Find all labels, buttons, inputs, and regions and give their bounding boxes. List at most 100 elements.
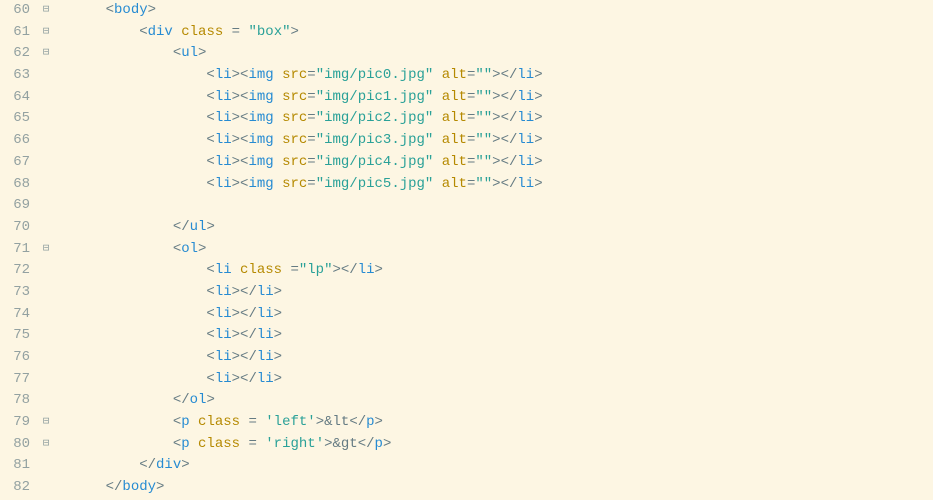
line-number[interactable]: 71 <box>0 239 30 261</box>
code-line[interactable]: <li><img src="img/pic5.jpg" alt=""></li> <box>72 174 543 196</box>
code-line[interactable]: </div> <box>72 455 543 477</box>
token-txt <box>274 132 282 148</box>
token-str: 'left' <box>265 414 315 430</box>
token-attr: alt <box>442 176 467 192</box>
code-line[interactable]: </body> <box>72 477 543 499</box>
token-str: "" <box>475 67 492 83</box>
token-op: = <box>307 110 315 126</box>
line-number[interactable]: 64 <box>0 87 30 109</box>
fold-toggle-icon[interactable]: ⊟ <box>38 22 54 44</box>
token-attr: alt <box>442 132 467 148</box>
line-number[interactable]: 80 <box>0 434 30 456</box>
fold-gutter-empty <box>38 87 54 109</box>
token-punc: </ <box>173 392 190 408</box>
line-number[interactable]: 75 <box>0 325 30 347</box>
token-str: "" <box>475 132 492 148</box>
fold-toggle-icon[interactable]: ⊟ <box>38 239 54 261</box>
line-number[interactable]: 79 <box>0 412 30 434</box>
code-line[interactable]: <li><img src="img/pic1.jpg" alt=""></li> <box>72 87 543 109</box>
fold-gutter-empty <box>38 455 54 477</box>
token-attr: class <box>240 262 282 278</box>
token-tag: li <box>517 154 534 170</box>
code-line[interactable]: <body> <box>72 0 543 22</box>
line-number[interactable]: 68 <box>0 174 30 196</box>
code-area[interactable]: <body> <div class = "box"> <ul> <li><img… <box>54 0 543 500</box>
token-tag: ol <box>190 392 207 408</box>
token-punc: ></ <box>492 132 517 148</box>
token-tag: li <box>215 327 232 343</box>
code-line[interactable]: <li class ="lp"></li> <box>72 260 543 282</box>
indent <box>72 371 206 387</box>
fold-toggle-icon[interactable]: ⊟ <box>38 434 54 456</box>
token-tag: li <box>517 132 534 148</box>
code-editor[interactable]: 6061626364656667686970717273747576777879… <box>0 0 933 500</box>
line-number[interactable]: 77 <box>0 369 30 391</box>
token-op: = <box>307 67 315 83</box>
token-punc: ></ <box>492 89 517 105</box>
token-tag: p <box>375 436 383 452</box>
line-number[interactable]: 81 <box>0 455 30 477</box>
line-number[interactable]: 67 <box>0 152 30 174</box>
line-number[interactable]: 62 <box>0 43 30 65</box>
line-number[interactable]: 61 <box>0 22 30 44</box>
line-number[interactable]: 74 <box>0 304 30 326</box>
code-line[interactable]: <li><img src="img/pic0.jpg" alt=""></li> <box>72 65 543 87</box>
token-tag: li <box>215 110 232 126</box>
token-punc: > <box>375 262 383 278</box>
line-number[interactable]: 76 <box>0 347 30 369</box>
line-number[interactable]: 63 <box>0 65 30 87</box>
token-punc: ></ <box>332 262 357 278</box>
token-attr: alt <box>442 89 467 105</box>
code-line[interactable]: <li><img src="img/pic2.jpg" alt=""></li> <box>72 108 543 130</box>
code-line[interactable]: <ol> <box>72 239 543 261</box>
fold-gutter[interactable]: ⊟⊟⊟⊟⊟⊟ <box>38 0 54 500</box>
code-line[interactable]: <li></li> <box>72 304 543 326</box>
code-line[interactable]: </ul> <box>72 217 543 239</box>
line-number[interactable]: 60 <box>0 0 30 22</box>
token-punc: > <box>534 89 542 105</box>
line-number[interactable]: 66 <box>0 130 30 152</box>
code-line[interactable]: <li><img src="img/pic4.jpg" alt=""></li> <box>72 152 543 174</box>
code-line[interactable]: <li></li> <box>72 369 543 391</box>
line-number[interactable]: 65 <box>0 108 30 130</box>
line-number[interactable]: 73 <box>0 282 30 304</box>
code-line[interactable]: <li><img src="img/pic3.jpg" alt=""></li> <box>72 130 543 152</box>
token-attr: src <box>282 110 307 126</box>
fold-toggle-icon[interactable]: ⊟ <box>38 43 54 65</box>
code-line[interactable]: </ol> <box>72 390 543 412</box>
token-punc: > <box>534 110 542 126</box>
code-line[interactable]: <p class = 'right'>&gt</p> <box>72 434 543 456</box>
token-punc: < <box>206 327 214 343</box>
token-punc: > <box>383 436 391 452</box>
fold-toggle-icon[interactable]: ⊟ <box>38 0 54 22</box>
code-line[interactable] <box>72 195 543 217</box>
token-str: "" <box>475 154 492 170</box>
line-number[interactable]: 72 <box>0 260 30 282</box>
token-txt <box>433 110 441 126</box>
code-line[interactable]: <li></li> <box>72 347 543 369</box>
token-punc: > <box>534 67 542 83</box>
fold-toggle-icon[interactable]: ⊟ <box>38 412 54 434</box>
line-number[interactable]: 69 <box>0 195 30 217</box>
code-line[interactable]: <p class = 'left'>&lt</p> <box>72 412 543 434</box>
code-line[interactable]: <ul> <box>72 43 543 65</box>
token-punc: >< <box>232 110 249 126</box>
token-tag: li <box>257 306 274 322</box>
code-line[interactable]: <li></li> <box>72 325 543 347</box>
fold-gutter-empty <box>38 260 54 282</box>
token-attr: class <box>198 436 240 452</box>
line-number[interactable]: 82 <box>0 477 30 499</box>
fold-gutter-empty <box>38 65 54 87</box>
line-number[interactable]: 78 <box>0 390 30 412</box>
token-tag: img <box>248 176 273 192</box>
fold-gutter-empty <box>38 477 54 499</box>
token-tag: li <box>257 284 274 300</box>
code-line[interactable]: <li></li> <box>72 282 543 304</box>
token-str: "img/pic0.jpg" <box>316 67 434 83</box>
token-punc: ></ <box>232 371 257 387</box>
line-number[interactable]: 70 <box>0 217 30 239</box>
indent <box>72 349 206 365</box>
code-line[interactable]: <div class = "box"> <box>72 22 543 44</box>
token-txt <box>433 132 441 148</box>
line-number-gutter[interactable]: 6061626364656667686970717273747576777879… <box>0 0 38 500</box>
